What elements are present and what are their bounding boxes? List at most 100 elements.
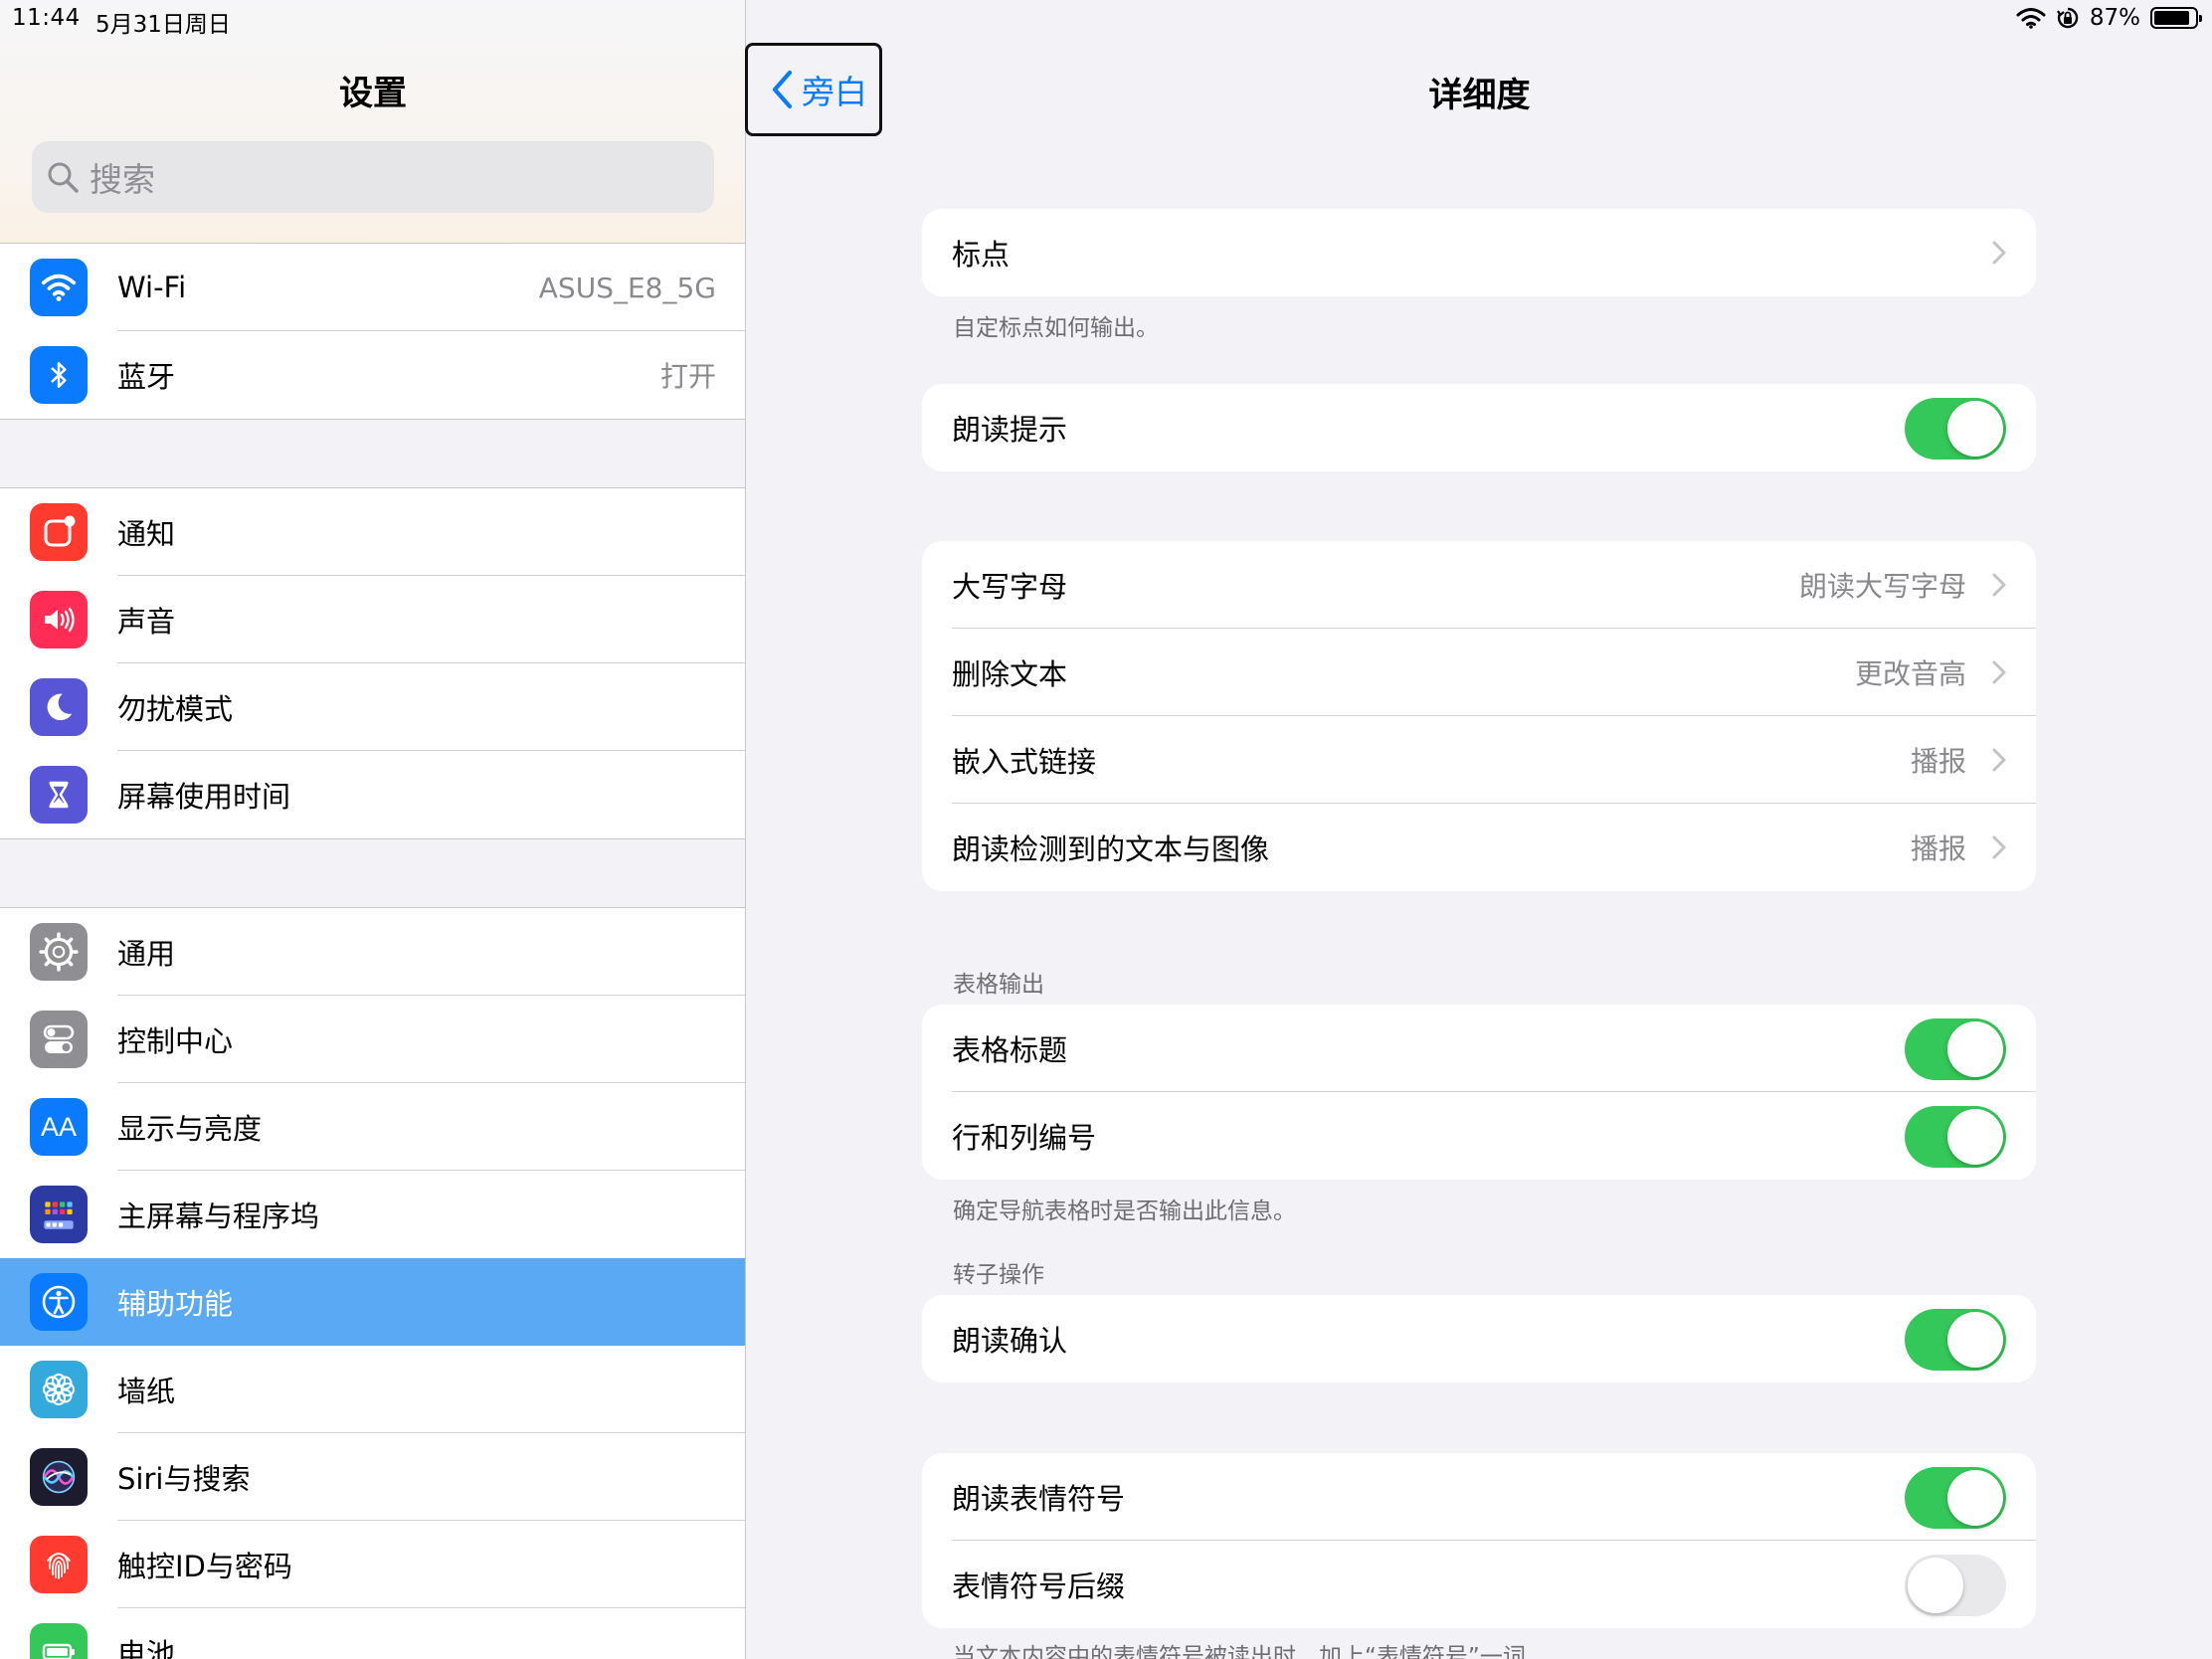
sidebar-item-touch-id[interactable]: 触控ID与密码 (0, 1521, 745, 1608)
row-label: 行和列编号 (952, 1121, 1097, 1155)
bluetooth-icon (30, 346, 88, 404)
deleting-text-row[interactable]: 删除文本 更改音高 (922, 629, 2036, 716)
read-hints-row: 朗读提示 (922, 384, 2036, 471)
search-icon (48, 162, 79, 193)
sidebar-item-siri[interactable]: Siri与搜索 (0, 1433, 745, 1521)
sidebar-item-wifi[interactable]: Wi-Fi ASUS_E8_5G (0, 244, 745, 331)
row-label: 删除文本 (952, 657, 1068, 691)
siri-icon (30, 1448, 88, 1506)
sidebar-item-label: 墙纸 (117, 1375, 176, 1408)
row-label: 朗读提示 (952, 413, 1068, 447)
chevron-right-icon (1992, 573, 2006, 597)
sidebar-item-general[interactable]: 通用 (0, 908, 745, 996)
punctuation-card: 标点 (922, 209, 2036, 296)
sidebar-title: 设置 (339, 74, 407, 113)
row-column-numbers-toggle[interactable] (1905, 1106, 2006, 1168)
read-hints-card: 朗读提示 (922, 384, 2036, 471)
battery-level (2154, 11, 2189, 25)
embedded-links-row[interactable]: 嵌入式链接 播报 (922, 716, 2036, 804)
sidebar-item-value: ASUS_E8_5G (538, 271, 716, 304)
search-placeholder: 搜索 (90, 160, 155, 199)
sidebar-item-label: 通用 (117, 937, 176, 971)
speech-options-card: 大写字母 朗读大写字母 删除文本 更改音高 嵌入式链接 播报 朗读检测到的文本与… (922, 541, 2036, 891)
row-label: 朗读确认 (952, 1324, 1068, 1358)
wifi-icon (30, 259, 88, 316)
notifications-icon (30, 503, 88, 561)
home-screen-icon (30, 1186, 88, 1243)
sidebar-item-bluetooth[interactable]: 蓝牙 打开 (0, 331, 745, 419)
toggle-knob (1947, 1021, 2003, 1077)
detected-text-row[interactable]: 朗读检测到的文本与图像 播报 (922, 804, 2036, 891)
emoji-suffix-row: 表情符号后缀 (922, 1541, 2036, 1628)
row-label: 嵌入式链接 (952, 745, 1097, 779)
battery-percentage: 87% (2089, 5, 2140, 31)
sidebar-item-value: 打开 (659, 360, 716, 393)
sidebar-item-battery[interactable]: 电池 (0, 1608, 745, 1659)
table-headers-toggle[interactable] (1905, 1018, 2006, 1080)
hourglass-icon (30, 766, 88, 824)
row-label: 朗读检测到的文本与图像 (952, 832, 1270, 866)
rotor-header: 转子操作 (953, 1262, 1044, 1288)
sidebar-item-home-screen[interactable]: 主屏幕与程序坞 (0, 1171, 745, 1258)
status-bar: 11:44 5月31日周日 87% (0, 0, 2212, 40)
control-center-icon (30, 1011, 88, 1068)
chevron-right-icon (1992, 660, 2006, 684)
orientation-lock-icon (2056, 7, 2079, 29)
chevron-right-icon (1992, 835, 2006, 859)
read-confirmation-row: 朗读确认 (922, 1295, 2036, 1382)
moon-icon (30, 678, 88, 736)
sidebar-item-label: 勿扰模式 (117, 692, 234, 726)
system-group: 通用 控制中心 AA 显示与亮度 主屏幕与程序坞 辅助功能 墙纸 Siri与搜索… (0, 907, 745, 1659)
emoji-footnote: 当文本内容中的表情符号被读出时，加上“表情符号”一词 (953, 1644, 1526, 1659)
sidebar-item-label: Siri与搜索 (117, 1462, 251, 1496)
chevron-right-icon (1992, 241, 2006, 265)
emoji-card: 朗读表情符号 表情符号后缀 (922, 1453, 2036, 1628)
status-time: 11:44 (12, 5, 81, 31)
sidebar-item-label: 通知 (117, 517, 176, 551)
sidebar-item-label: 声音 (117, 605, 176, 639)
sidebar-item-notifications[interactable]: 通知 (0, 488, 745, 576)
alerts-group: 通知 声音 勿扰模式 屏幕使用时间 (0, 487, 745, 839)
chevron-left-icon (772, 70, 793, 109)
sidebar-item-label: 蓝牙 (117, 360, 176, 394)
capital-letters-row[interactable]: 大写字母 朗读大写字母 (922, 541, 2036, 629)
battery-icon (30, 1623, 88, 1659)
punctuation-row[interactable]: 标点 (922, 209, 2036, 296)
sidebar-item-display[interactable]: AA 显示与亮度 (0, 1083, 745, 1171)
sidebar-item-control-center[interactable]: 控制中心 (0, 996, 745, 1083)
sidebar-item-accessibility[interactable]: 辅助功能 (0, 1258, 745, 1346)
settings-sidebar: 设置 搜索 Wi-Fi ASUS_E8_5G 蓝牙 打开 通知 声音 勿扰模式 … (0, 0, 746, 1659)
sidebar-item-label: 控制中心 (117, 1024, 234, 1058)
sidebar-item-do-not-disturb[interactable]: 勿扰模式 (0, 663, 745, 751)
toggle-knob (1947, 1312, 2003, 1368)
toggle-knob (1947, 1109, 2003, 1165)
back-button[interactable]: 旁白 (745, 43, 882, 136)
emoji-suffix-toggle[interactable] (1905, 1555, 2006, 1616)
sidebar-item-label: 屏幕使用时间 (117, 780, 291, 814)
toggle-knob (1947, 401, 2003, 457)
sidebar-item-label: Wi-Fi (117, 271, 187, 304)
row-value: 播报 (1910, 745, 1966, 778)
punctuation-footnote: 自定标点如何输出。 (953, 315, 1159, 341)
toggle-knob (1947, 1470, 2003, 1526)
sidebar-item-sound[interactable]: 声音 (0, 576, 745, 663)
connectivity-group: Wi-Fi ASUS_E8_5G 蓝牙 打开 (0, 243, 745, 420)
gear-icon (30, 923, 88, 981)
speak-emoji-toggle[interactable] (1905, 1467, 2006, 1529)
toggle-knob (1908, 1558, 1963, 1613)
sidebar-item-wallpaper[interactable]: 墙纸 (0, 1346, 745, 1433)
read-hints-toggle[interactable] (1905, 398, 2006, 460)
chevron-right-icon (1992, 748, 2006, 772)
back-button-label: 旁白 (802, 73, 867, 111)
speak-emoji-row: 朗读表情符号 (922, 1453, 2036, 1541)
search-input[interactable]: 搜索 (32, 141, 714, 213)
accessibility-icon (30, 1273, 88, 1331)
status-date: 5月31日周日 (95, 12, 231, 38)
row-label: 标点 (952, 238, 1011, 272)
fingerprint-icon (30, 1536, 88, 1593)
sidebar-item-label: 显示与亮度 (117, 1112, 263, 1146)
wifi-status-icon (2016, 8, 2046, 29)
display-icon: AA (30, 1098, 88, 1156)
sidebar-item-screen-time[interactable]: 屏幕使用时间 (0, 751, 745, 838)
read-confirmation-toggle[interactable] (1905, 1309, 2006, 1371)
